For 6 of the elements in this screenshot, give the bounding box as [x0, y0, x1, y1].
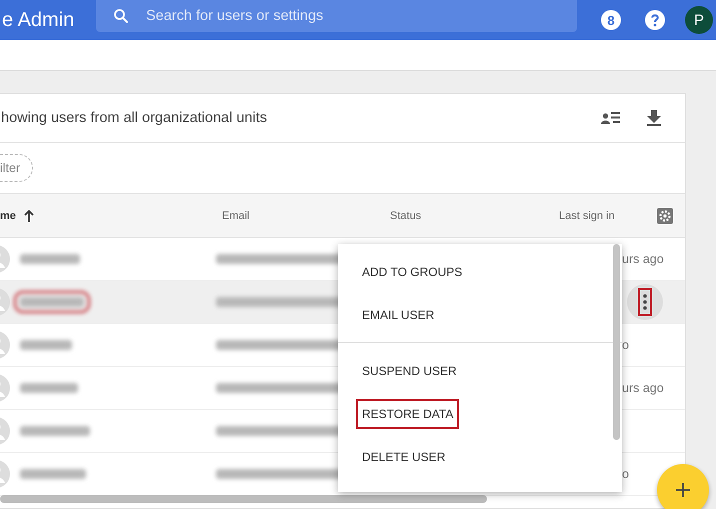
app-title: e Admin: [1, 8, 76, 32]
last-sign-in: o: [622, 338, 629, 352]
last-sign-in: urs ago: [622, 252, 664, 266]
last-sign-in: o: [622, 467, 629, 481]
last-sign-in: urs ago: [622, 381, 664, 395]
card-title: howing users from all organizational units: [1, 110, 268, 126]
